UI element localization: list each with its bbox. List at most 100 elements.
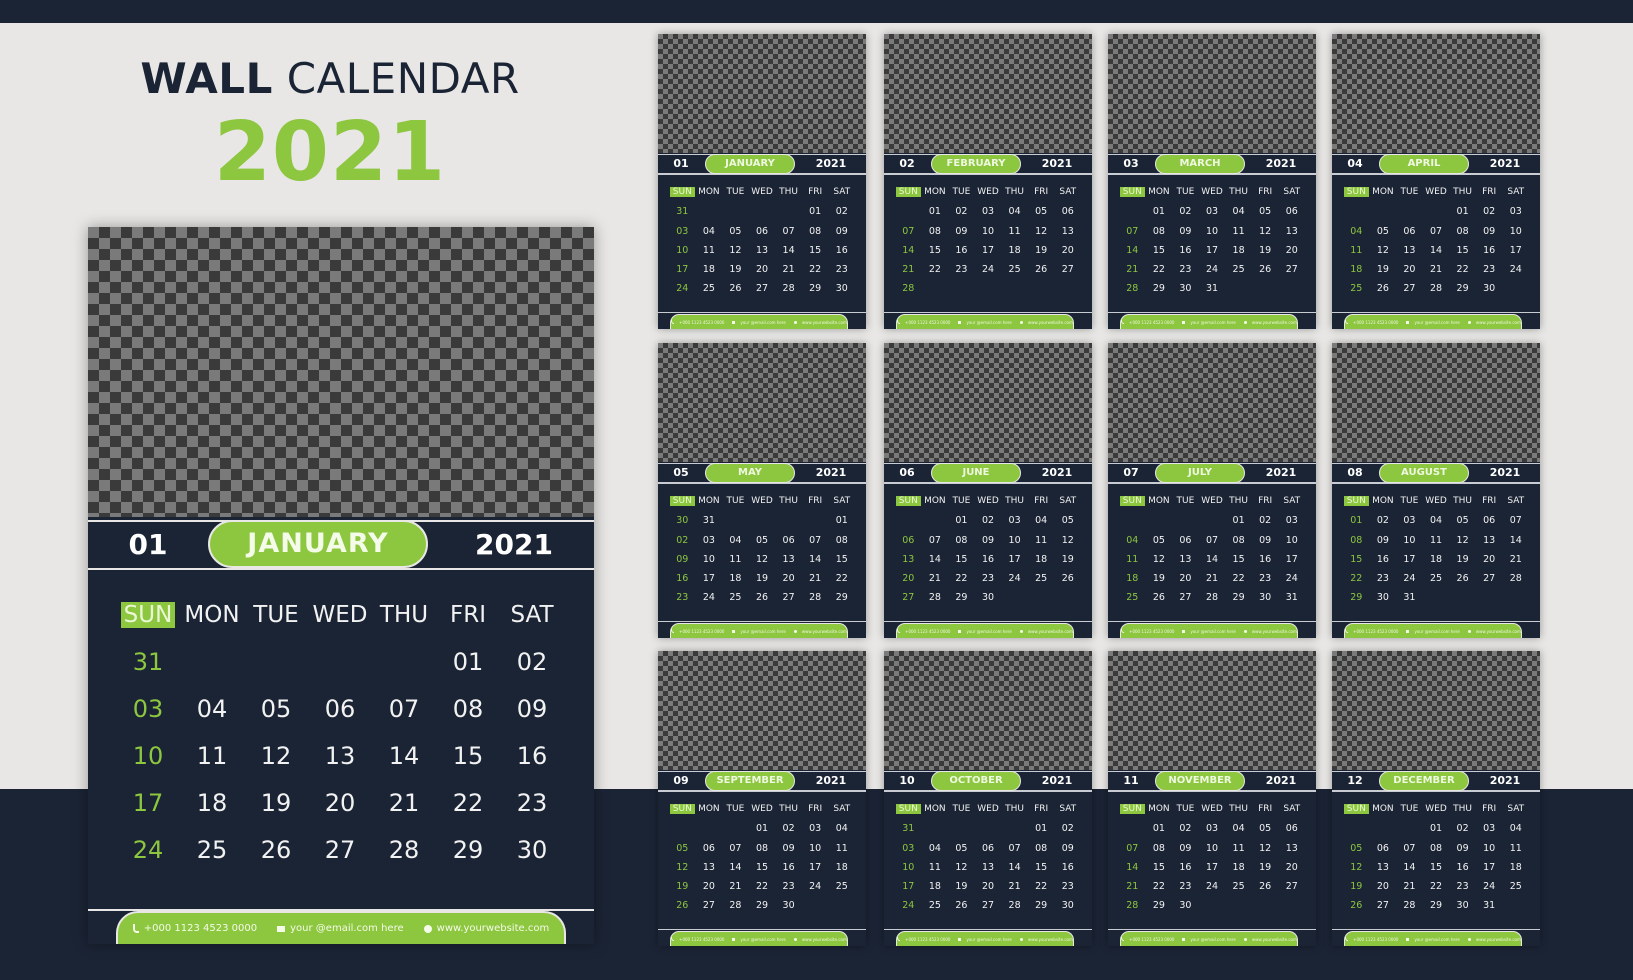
day-cell[interactable]: 01: [922, 202, 949, 221]
day-cell[interactable]: 05: [722, 222, 749, 241]
day-cell[interactable]: 25: [828, 877, 855, 896]
day-cell[interactable]: 16: [1172, 858, 1199, 877]
day-cell[interactable]: 03: [1278, 511, 1305, 530]
day-cell[interactable]: 01: [1449, 202, 1476, 221]
day-cell[interactable]: 01: [1423, 819, 1450, 838]
day-cell[interactable]: 25: [1343, 279, 1370, 298]
day-cell[interactable]: 05: [1370, 222, 1397, 241]
day-cell[interactable]: 28: [1119, 279, 1146, 298]
day-cell[interactable]: [1146, 511, 1173, 530]
day-cell[interactable]: [722, 819, 749, 838]
day-cell[interactable]: 03: [802, 819, 829, 838]
day-cell[interactable]: 26: [1054, 569, 1081, 588]
day-cell[interactable]: [1252, 279, 1279, 298]
day-cell[interactable]: 13: [1172, 550, 1199, 569]
day-cell[interactable]: [1370, 819, 1397, 838]
day-cell[interactable]: 14: [922, 550, 949, 569]
day-cell[interactable]: [1119, 819, 1146, 838]
day-cell[interactable]: 20: [749, 260, 776, 279]
day-cell[interactable]: 21: [895, 260, 922, 279]
day-cell[interactable]: 15: [1423, 858, 1450, 877]
day-cell[interactable]: 09: [1054, 839, 1081, 858]
day-cell[interactable]: 26: [749, 588, 776, 607]
day-cell[interactable]: 26: [1343, 896, 1370, 915]
day-cell[interactable]: 07: [1502, 511, 1529, 530]
day-cell[interactable]: [1449, 588, 1476, 607]
day-cell[interactable]: 11: [1225, 222, 1252, 241]
day-cell[interactable]: 27: [308, 827, 372, 874]
day-cell[interactable]: 11: [1423, 531, 1450, 550]
day-cell[interactable]: 12: [669, 858, 696, 877]
day-cell[interactable]: 05: [1054, 511, 1081, 530]
day-cell[interactable]: 15: [802, 241, 829, 260]
day-cell[interactable]: 23: [1370, 569, 1397, 588]
day-cell[interactable]: [696, 819, 723, 838]
day-cell[interactable]: [1199, 511, 1226, 530]
day-cell[interactable]: 28: [802, 588, 829, 607]
day-cell[interactable]: 19: [244, 780, 308, 827]
day-cell[interactable]: 05: [948, 839, 975, 858]
month-card-november[interactable]: 11 NOVEMBER 2021 SUN MON TUE WED THU FRI SAT 01 02 0…: [1108, 651, 1316, 946]
day-cell[interactable]: 05: [1343, 839, 1370, 858]
day-cell[interactable]: 10: [1199, 222, 1226, 241]
day-cell[interactable]: 02: [1054, 819, 1081, 838]
day-cell[interactable]: 22: [948, 569, 975, 588]
day-cell[interactable]: [1028, 588, 1055, 607]
day-cell[interactable]: [828, 896, 855, 915]
day-cell[interactable]: 17: [895, 877, 922, 896]
day-cell[interactable]: [308, 639, 372, 686]
day-cell[interactable]: 11: [1028, 531, 1055, 550]
day-cell[interactable]: 23: [948, 260, 975, 279]
day-cell[interactable]: 18: [1225, 241, 1252, 260]
day-cell[interactable]: 17: [1199, 241, 1226, 260]
day-cell[interactable]: 22: [1423, 877, 1450, 896]
day-cell[interactable]: 21: [722, 877, 749, 896]
day-cell[interactable]: 16: [1054, 858, 1081, 877]
day-cell[interactable]: 14: [1199, 550, 1226, 569]
day-cell[interactable]: 23: [975, 569, 1002, 588]
day-cell[interactable]: 10: [1396, 531, 1423, 550]
day-cell[interactable]: 15: [1449, 241, 1476, 260]
day-cell[interactable]: [749, 511, 776, 530]
day-cell[interactable]: 20: [1370, 877, 1397, 896]
day-cell[interactable]: [1119, 202, 1146, 221]
day-cell[interactable]: [1054, 588, 1081, 607]
day-cell[interactable]: 25: [1423, 569, 1450, 588]
day-cell[interactable]: 19: [1146, 569, 1173, 588]
day-cell[interactable]: 19: [749, 569, 776, 588]
day-cell[interactable]: [722, 202, 749, 221]
day-cell[interactable]: 12: [244, 733, 308, 780]
day-cell[interactable]: 29: [1146, 896, 1173, 915]
day-cell[interactable]: [802, 511, 829, 530]
day-cell[interactable]: 22: [828, 569, 855, 588]
day-cell[interactable]: 04: [1343, 222, 1370, 241]
day-cell[interactable]: 19: [669, 877, 696, 896]
day-cell[interactable]: [948, 819, 975, 838]
day-cell[interactable]: 25: [1028, 569, 1055, 588]
day-cell[interactable]: 11: [1119, 550, 1146, 569]
day-cell[interactable]: [948, 279, 975, 298]
day-cell[interactable]: 18: [1001, 241, 1028, 260]
day-cell[interactable]: 15: [922, 241, 949, 260]
day-cell[interactable]: 01: [1146, 202, 1173, 221]
day-cell[interactable]: 10: [1199, 839, 1226, 858]
day-cell[interactable]: 12: [1054, 531, 1081, 550]
day-cell[interactable]: 09: [948, 222, 975, 241]
day-cell[interactable]: 27: [975, 896, 1002, 915]
day-cell[interactable]: 19: [1252, 858, 1279, 877]
day-cell[interactable]: 04: [1225, 202, 1252, 221]
day-cell[interactable]: 12: [1343, 858, 1370, 877]
day-cell[interactable]: 11: [922, 858, 949, 877]
day-cell[interactable]: 29: [1449, 279, 1476, 298]
day-cell[interactable]: 23: [1476, 260, 1503, 279]
day-cell[interactable]: 18: [1343, 260, 1370, 279]
day-cell[interactable]: 07: [1396, 839, 1423, 858]
day-cell[interactable]: 12: [1252, 839, 1279, 858]
day-cell[interactable]: 11: [1343, 241, 1370, 260]
day-cell[interactable]: 12: [1028, 222, 1055, 241]
day-cell[interactable]: 13: [1278, 222, 1305, 241]
day-cell[interactable]: 26: [1146, 588, 1173, 607]
day-cell[interactable]: 21: [1001, 877, 1028, 896]
day-cell[interactable]: 17: [696, 569, 723, 588]
month-card-october[interactable]: 10 OCTOBER 2021 SUN MON TUE WED THU FRI SAT 31 01 02…: [884, 651, 1092, 946]
